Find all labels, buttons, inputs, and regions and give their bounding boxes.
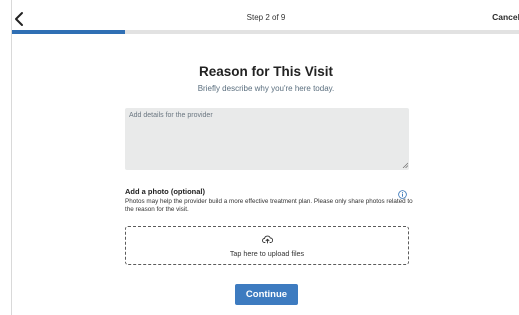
info-button[interactable] xyxy=(398,186,407,199)
photo-section-description: Photos may help the provider build a mor… xyxy=(125,198,413,214)
cancel-button[interactable]: Cancel xyxy=(492,12,519,22)
continue-button[interactable]: Continue xyxy=(235,284,298,305)
upload-label: Tap here to upload files xyxy=(229,249,305,258)
header-bar: Step 2 of 9 Cancel xyxy=(12,8,519,30)
step-indicator: Step 2 of 9 xyxy=(246,13,286,22)
resize-grip-icon[interactable] xyxy=(402,162,408,168)
photo-section-heading: Add a photo (optional) xyxy=(125,187,205,196)
page-title: Reason for This Visit xyxy=(198,64,334,79)
app-frame: Step 2 of 9 Cancel Reason for This Visit… xyxy=(11,0,519,315)
progress-bar xyxy=(12,30,519,34)
visit-details-input[interactable] xyxy=(125,108,409,170)
upload-dropzone[interactable]: Tap here to upload files xyxy=(125,226,409,265)
page-subtitle: Briefly describe why you're here today. xyxy=(197,84,335,93)
cloud-upload-icon xyxy=(262,235,273,244)
progress-fill xyxy=(12,30,125,34)
